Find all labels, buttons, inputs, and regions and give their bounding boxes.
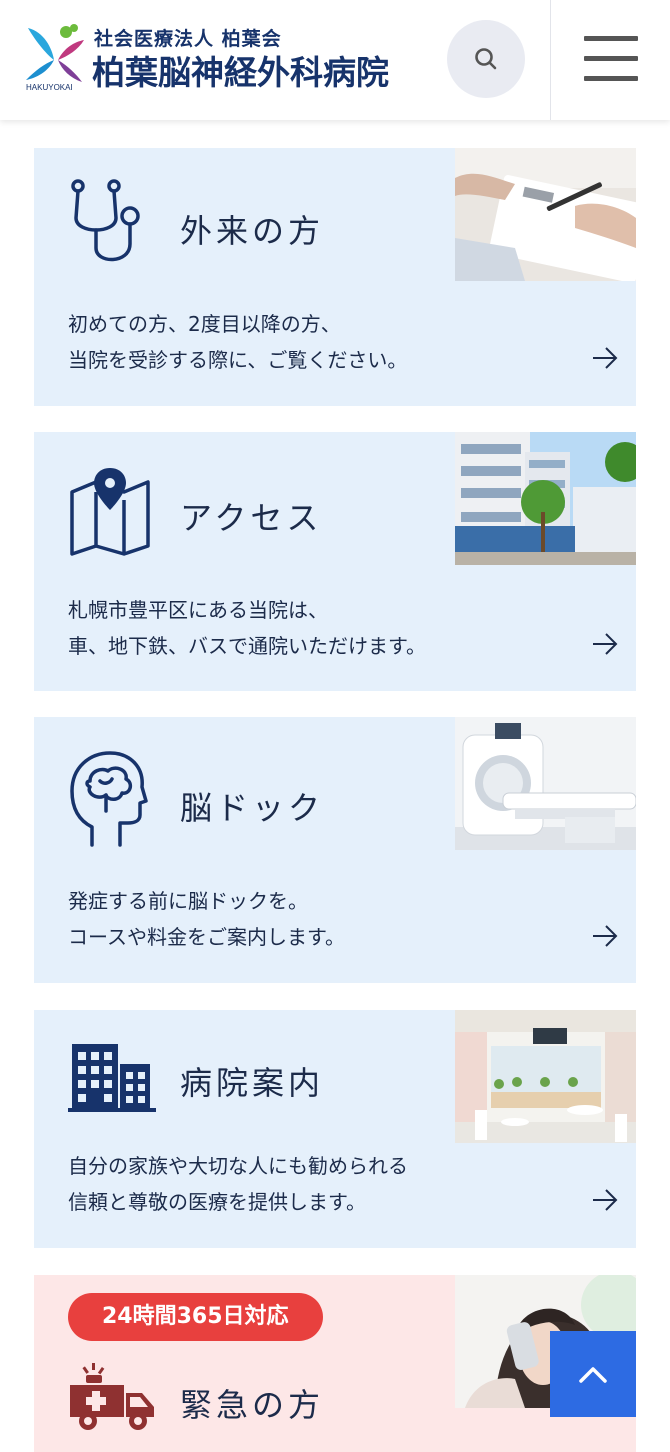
arrow-right-icon[interactable] bbox=[592, 923, 618, 949]
header-divider bbox=[550, 0, 551, 120]
card-description: 自分の家族や大切な人にも勧められる 信頼と尊敬の医療を提供します。 bbox=[68, 1148, 408, 1220]
brain-dock-card[interactable]: 脳ドック 発症する前に脳ドックを。 コースや料金をご案内します。 bbox=[34, 717, 636, 983]
mri-scanner-photo bbox=[455, 717, 636, 850]
brain-head-icon bbox=[68, 749, 148, 853]
hospital-lobby-photo bbox=[455, 1010, 636, 1143]
card-title: アクセス bbox=[180, 499, 323, 537]
search-icon bbox=[475, 48, 497, 70]
site-header: HAKUYOKAI 社会医療法人 柏葉会 柏葉脳神経外科病院 bbox=[0, 0, 670, 120]
hamburger-menu-line bbox=[584, 56, 638, 61]
card-description-line: コースや料金をご案内します。 bbox=[68, 925, 345, 949]
card-description: 発症する前に脳ドックを。 コースや料金をご案内します。 bbox=[68, 883, 345, 955]
card-description-line: 札幌市豊平区にある当院は、 bbox=[68, 598, 328, 622]
emergency-card[interactable]: 24時間365日対応 緊急の方 bbox=[34, 1275, 636, 1452]
card-title: 緊急の方 bbox=[180, 1386, 325, 1424]
clipboard-writing-photo bbox=[455, 148, 636, 281]
card-description: 初めての方、2度目以降の方、 当院を受診する際に、ご覧ください。 bbox=[68, 306, 407, 378]
scroll-to-top-button[interactable] bbox=[550, 1331, 636, 1417]
card-title: 病院案内 bbox=[180, 1064, 325, 1102]
chevron-up-icon bbox=[579, 1367, 607, 1383]
hamburger-menu-button[interactable] bbox=[584, 36, 638, 82]
card-description-line: 自分の家族や大切な人にも勧められる bbox=[68, 1154, 408, 1178]
card-description-line: 発症する前に脳ドックを。 bbox=[68, 889, 308, 913]
card-description-line: 初めての方、2度目以降の方、 bbox=[68, 312, 341, 336]
access-card[interactable]: アクセス 札幌市豊平区にある当院は、 車、地下鉄、バスで通院いただけます。 bbox=[34, 432, 636, 691]
arrow-right-icon[interactable] bbox=[592, 1187, 618, 1213]
map-pin-icon bbox=[68, 468, 152, 560]
arrow-right-icon[interactable] bbox=[592, 345, 618, 371]
card-title: 外来の方 bbox=[180, 212, 325, 250]
card-description-line: 車、地下鉄、バスで通院いただけます。 bbox=[68, 634, 426, 658]
hamburger-menu-line bbox=[584, 76, 638, 81]
hakuyokai-logo-mark[interactable]: HAKUYOKAI bbox=[24, 20, 88, 92]
24h-support-badge: 24時間365日対応 bbox=[68, 1293, 323, 1341]
hamburger-menu-icon bbox=[584, 36, 638, 41]
outpatient-card[interactable]: 外来の方 初めての方、2度目以降の方、 当院を受診する際に、ご覧ください。 bbox=[34, 148, 636, 406]
card-description-line: 信頼と尊敬の医療を提供します。 bbox=[68, 1190, 366, 1214]
hospital-name[interactable]: 柏葉脳神経外科病院 bbox=[92, 46, 389, 94]
logo-caption: HAKUYOKAI bbox=[26, 83, 73, 92]
hospital-building-photo bbox=[455, 432, 636, 565]
card-description-line: 当院を受診する際に、ご覧ください。 bbox=[68, 348, 408, 372]
card-description: 札幌市豊平区にある当院は、 車、地下鉄、バスで通院いただけます。 bbox=[68, 592, 426, 664]
card-title: 脳ドック bbox=[180, 789, 325, 827]
hospital-info-card[interactable]: 病院案内 自分の家族や大切な人にも勧められる 信頼と尊敬の医療を提供します。 bbox=[34, 1010, 636, 1248]
search-button[interactable] bbox=[447, 20, 525, 98]
ambulance-icon bbox=[68, 1363, 158, 1439]
stethoscope-icon bbox=[68, 178, 152, 272]
building-icon bbox=[68, 1044, 156, 1118]
arrow-right-icon[interactable] bbox=[592, 631, 618, 657]
